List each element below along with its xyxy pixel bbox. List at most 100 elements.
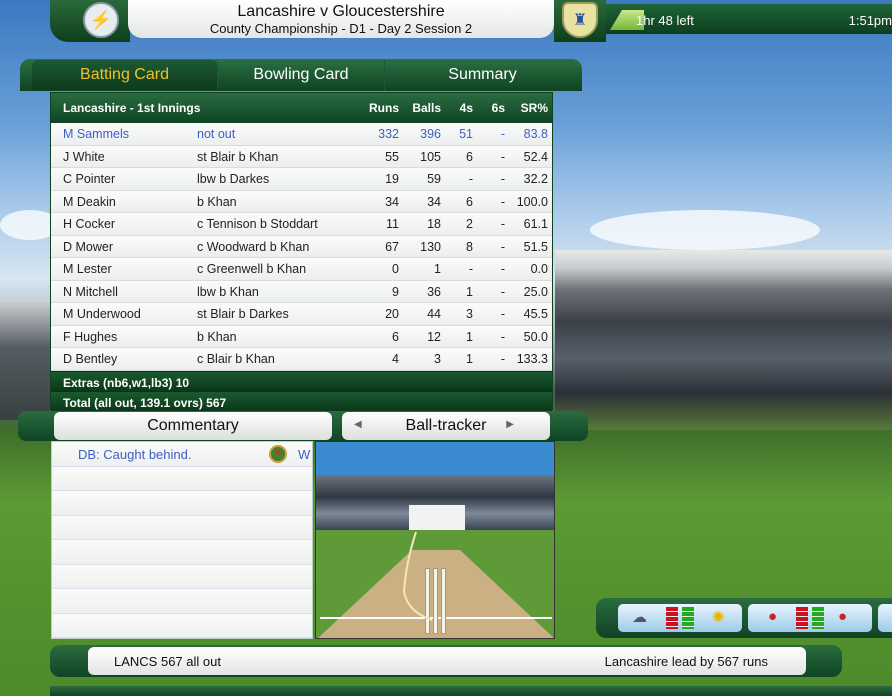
batting-card: Lancashire - 1st Innings Runs Balls 4s 6… — [50, 92, 553, 411]
batter-row[interactable]: M Underwood st Blair b Darkes 20 44 3 - 45.5 — [51, 303, 552, 326]
tab-batting-card[interactable]: Batting Card — [32, 60, 218, 90]
dismissal: c Tennison b Stoddart — [197, 217, 318, 231]
ball-tracker-selector[interactable]: ◀ Ball-tracker ▶ — [342, 412, 550, 440]
balls: 130 — [420, 239, 441, 254]
status-bar: LANCS 567 all out Lancashire lead by 567… — [50, 645, 842, 677]
strike-rate: 133.3 — [516, 352, 548, 366]
wicket-icon: ● — [269, 445, 287, 463]
weather-control[interactable]: ☁ ✺ — [618, 604, 742, 632]
tab-summary[interactable]: Summary — [385, 60, 580, 90]
dismissal: st Blair b Khan — [197, 149, 279, 164]
innings-title: Lancashire - 1st Innings — [63, 101, 201, 115]
fours: 3 — [466, 307, 473, 321]
status-box: LANCS 567 all out Lancashire lead by 567… — [88, 647, 806, 675]
commentary-empty-row — [52, 540, 312, 565]
strike-rate: 52.4 — [523, 149, 548, 164]
commentary-text: DB: Caught behind. — [78, 447, 192, 462]
ball-trajectory — [402, 531, 433, 621]
dismissal: not out — [197, 127, 236, 141]
runs: 6 — [392, 329, 399, 344]
commentary-list[interactable]: DB: Caught behind. ● W — [51, 441, 313, 639]
home-crest: ⚡ — [50, 0, 130, 42]
lead-summary: Lancashire lead by 567 runs — [604, 654, 768, 669]
batter-name: D Bentley — [63, 352, 118, 366]
ball-tracker-view — [315, 441, 555, 639]
scorecard-tabs: Batting Card Bowling Card Summary — [20, 59, 582, 91]
batter-name: M Underwood — [63, 307, 141, 321]
commentary-empty-row — [52, 466, 312, 491]
commentary-empty-row — [52, 515, 312, 540]
balls: 12 — [427, 329, 441, 344]
header-fours: 4s — [459, 101, 473, 115]
more-control[interactable] — [878, 604, 892, 632]
batter-row[interactable]: D Mower c Woodward b Khan 67 130 8 - 51.5 — [51, 235, 552, 258]
ball-condition-control[interactable]: ● ● — [748, 604, 872, 632]
away-crest: ♜ — [554, 0, 606, 42]
light-icon: ✺ — [712, 609, 725, 626]
batter-row[interactable]: N Mitchell lbw b Khan 9 36 1 - 25.0 — [51, 280, 552, 303]
runs: 34 — [385, 194, 399, 209]
batter-name: C Pointer — [63, 172, 116, 186]
balls: 59 — [427, 172, 441, 186]
balls: 3 — [434, 352, 441, 366]
cloud — [590, 210, 820, 250]
dismissal: c Blair b Khan — [197, 352, 275, 366]
dismissal: b Khan — [197, 194, 237, 209]
weather-meter — [666, 607, 678, 629]
strike-rate: 32.2 — [523, 172, 548, 186]
commentary-empty-row — [52, 589, 312, 614]
batter-name: M Sammels — [63, 127, 129, 141]
commentary-empty-row — [52, 564, 312, 589]
commentary-button[interactable]: Commentary — [54, 412, 332, 440]
commentary-empty-row — [52, 613, 312, 638]
balls: 44 — [427, 307, 441, 321]
sixes: - — [500, 329, 505, 344]
dismissal: b Khan — [197, 329, 237, 344]
ball-meter — [796, 607, 808, 629]
sixes: - — [500, 194, 505, 209]
previous-arrow-icon[interactable]: ◀ — [354, 419, 362, 430]
commentary-empty-row — [52, 491, 312, 516]
batter-row[interactable]: J White st Blair b Khan 55 105 6 - 52.4 — [51, 145, 552, 168]
fours: 51 — [459, 127, 473, 141]
dismissal: lbw b Khan — [197, 284, 259, 299]
dismissal: c Greenwell b Khan — [197, 262, 307, 276]
strike-rate: 100.0 — [516, 194, 548, 209]
fours: 1 — [466, 352, 473, 366]
batter-row[interactable]: M Deakin b Khan 34 34 6 -100.0 — [51, 190, 552, 213]
ball-tracker-label: Ball-tracker — [405, 417, 487, 434]
tab-bowling-card[interactable]: Bowling Card — [218, 60, 385, 90]
time-left: 1hr 48 left — [636, 13, 694, 28]
next-arrow-icon[interactable]: ▶ — [506, 419, 514, 430]
strike-rate: 61.1 — [523, 217, 548, 231]
score-summary: LANCS 567 all out — [114, 654, 221, 669]
batting-card-header: Lancashire - 1st Innings Runs Balls 4s 6… — [51, 93, 552, 123]
balls: 36 — [427, 284, 441, 299]
batter-row[interactable]: M Lester c Greenwell b Khan 0 1 - - 0.0 — [51, 258, 552, 281]
dismissal: lbw b Darkes — [197, 172, 270, 186]
batter-row[interactable]: H Cocker c Tennison b Stoddart 11 18 2 - 61.1 — [51, 213, 552, 236]
batter-name: N Mitchell — [63, 284, 118, 299]
commentary-entry: DB: Caught behind. ● W — [52, 442, 312, 467]
sixes: - — [500, 352, 505, 366]
commentary-bar: Commentary ◀ Ball-tracker ▶ — [18, 411, 588, 441]
match-title-box: Lancashire v Gloucestershire County Cham… — [128, 0, 554, 38]
batter-row[interactable]: M Sammels not out 332 396 51 - 83.8 — [51, 123, 552, 146]
runs: 9 — [392, 284, 399, 299]
match-subtitle: County Championship - D1 - Day 2 Session… — [209, 21, 473, 36]
strike-rate: 51.5 — [523, 239, 548, 254]
ball-icon: ● — [768, 608, 778, 625]
session-timer: 1hr 48 left 1:51pm — [606, 4, 892, 34]
runs: 0 — [392, 262, 399, 276]
fours: 2 — [466, 217, 473, 231]
runs: 20 — [385, 307, 399, 321]
batter-row[interactable]: F Hughes b Khan 6 12 1 - 50.0 — [51, 325, 552, 348]
batter-row[interactable]: D Bentley c Blair b Khan 4 3 1 -133.3 — [51, 348, 552, 371]
runs: 4 — [392, 352, 399, 366]
clock: 1:51pm — [848, 13, 892, 28]
match-header: ⚡ Lancashire v Gloucestershire County Ch… — [50, 0, 892, 42]
strike-rate: 45.5 — [523, 307, 548, 321]
batter-row[interactable]: C Pointer lbw b Darkes 19 59 - - 32.2 — [51, 168, 552, 191]
batter-name: M Lester — [63, 262, 112, 276]
fours: 1 — [466, 284, 473, 299]
